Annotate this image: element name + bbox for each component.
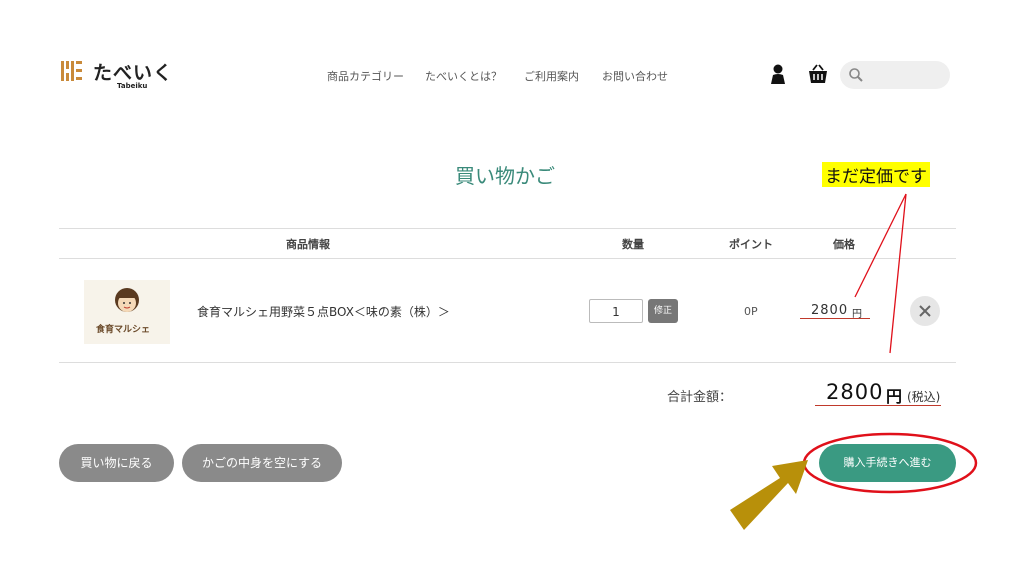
logo-icon[interactable] [61, 60, 83, 82]
header-product: 商品情報 [286, 238, 330, 251]
checkout-button[interactable]: 購入手続きへ進む [819, 444, 956, 482]
update-quantity-button[interactable]: 修正 [648, 299, 678, 323]
tax-note: (税込) [907, 390, 941, 404]
total-value: 2800 [826, 380, 884, 404]
header-point: ポイント [729, 238, 773, 251]
table-bottom-divider [59, 362, 956, 363]
nav-item-about[interactable]: たべいくとは？ [425, 68, 502, 84]
header-price: 価格 [833, 238, 855, 251]
price-value: 2800 [811, 303, 849, 318]
point-value: 0P [744, 305, 758, 318]
logo-subtext: Tabeiku [117, 82, 148, 90]
nav-item-guide[interactable]: ご利用案内 [524, 68, 579, 84]
search-icon[interactable] [848, 67, 864, 87]
price-underline [800, 318, 870, 319]
annotation-line-price [854, 193, 907, 298]
total-unit: 円 [886, 387, 903, 406]
table-header-divider [59, 258, 956, 259]
user-icon[interactable] [770, 64, 786, 88]
header-quantity: 数量 [622, 238, 644, 251]
arrow-icon [730, 460, 808, 530]
table-top-divider [59, 228, 956, 229]
logo-text[interactable]: たべいく [93, 58, 173, 85]
annotation-note: まだ定価です [822, 162, 930, 187]
product-image-label: 食育マルシェ [96, 325, 151, 335]
cart-icon[interactable] [807, 63, 829, 89]
close-icon [919, 305, 931, 317]
total-label: 合計金額： [667, 390, 733, 405]
empty-cart-button[interactable]: かごの中身を空にする [182, 444, 342, 482]
remove-item-button[interactable] [910, 296, 940, 326]
total-underline [815, 405, 941, 406]
nav-item-categories[interactable]: 商品カテゴリー [327, 68, 404, 84]
quantity-input[interactable]: 1 [589, 299, 643, 323]
back-to-shopping-button[interactable]: 買い物に戻る [59, 444, 174, 482]
nav-item-contact[interactable]: お問い合わせ [602, 68, 668, 84]
product-name[interactable]: 食育マルシェ用野菜５点BOX＜味の素（株）＞ [197, 303, 450, 320]
annotation-line-total [889, 193, 907, 354]
